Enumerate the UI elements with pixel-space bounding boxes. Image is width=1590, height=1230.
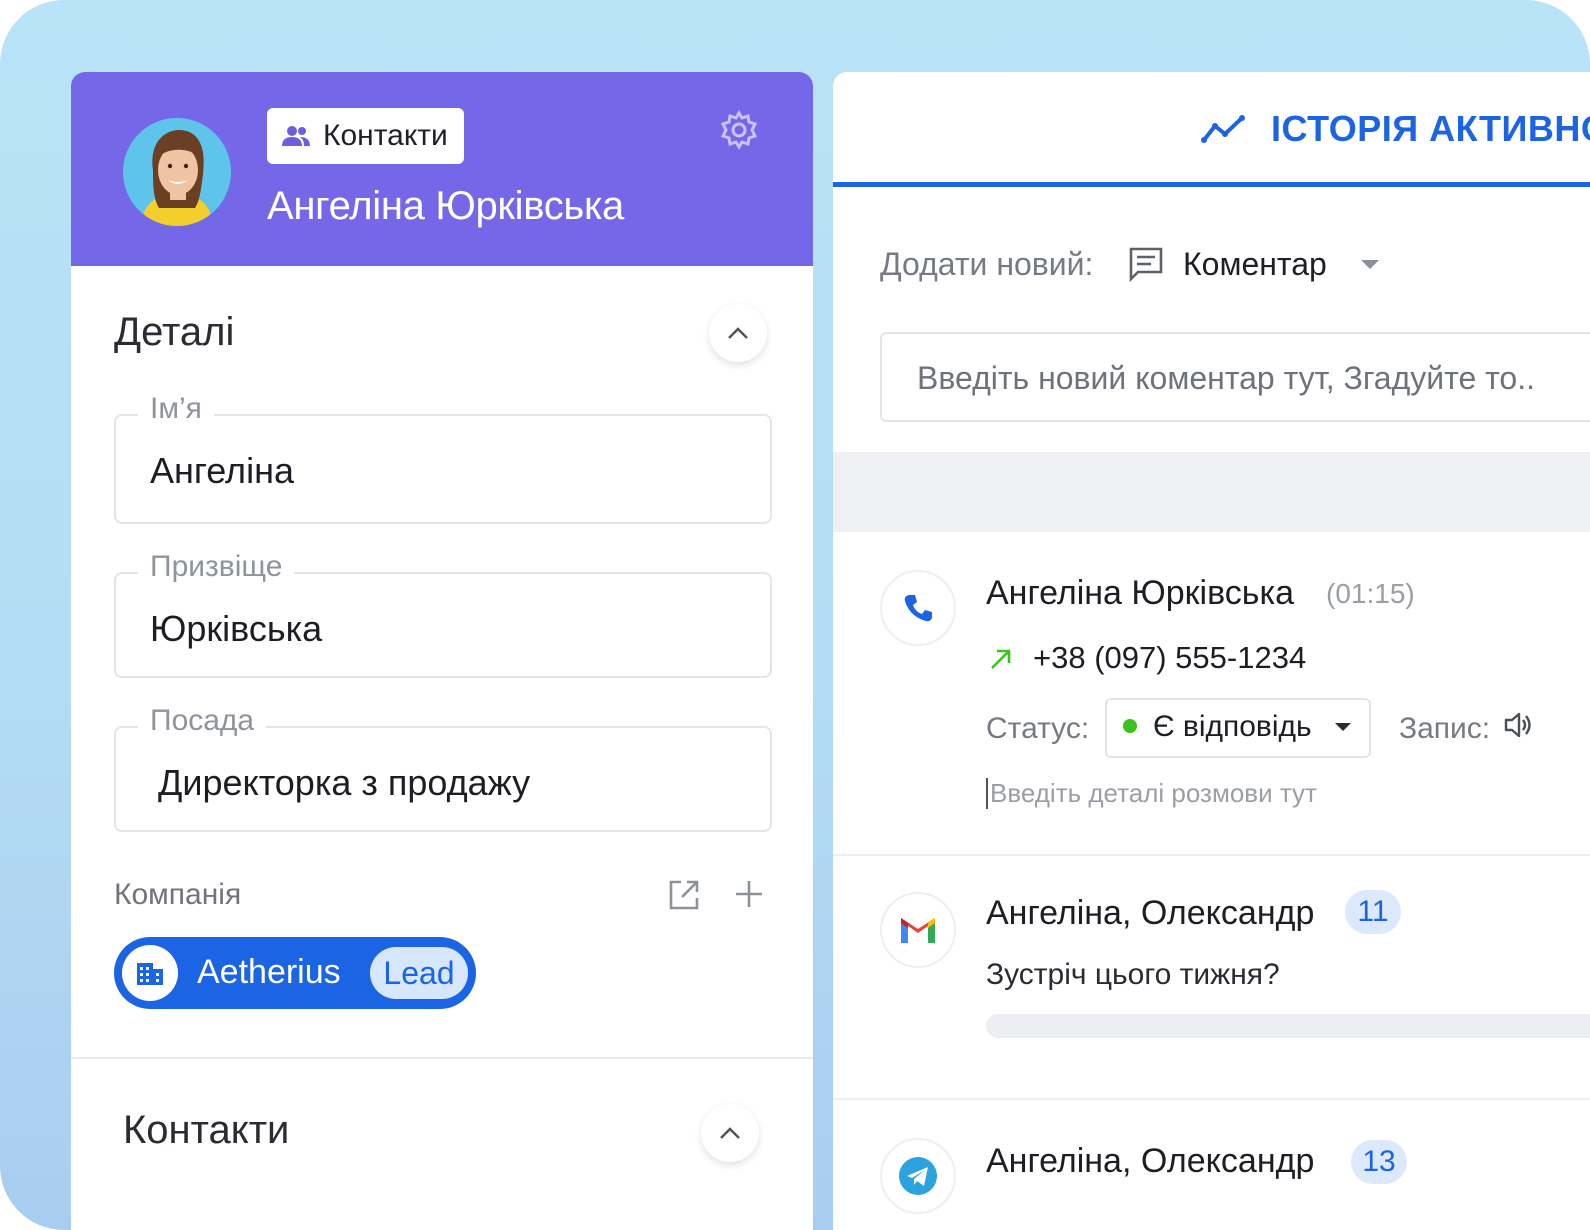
call-contact-name[interactable]: Ангеліна Юрківська [986, 574, 1294, 613]
active-tab-indicator [833, 182, 1590, 187]
status-dot [1123, 719, 1137, 733]
last-name-field[interactable]: Призвіще Юрківська [114, 550, 772, 678]
telegram-icon [899, 1157, 937, 1195]
activity-separator-band [833, 452, 1590, 532]
avatar[interactable] [123, 118, 231, 226]
call-status-select[interactable]: Є відповідь [1105, 698, 1371, 758]
email-count-badge: 11 [1345, 890, 1401, 934]
last-name-value: Юрківська [150, 608, 323, 649]
email-activity-icon [880, 892, 956, 968]
trending-icon [1201, 115, 1245, 143]
users-icon [282, 126, 310, 146]
company-chip[interactable]: Aetherius Lead [114, 937, 476, 1009]
details-collapse-button[interactable] [709, 304, 767, 362]
add-new-label: Додати новий: [880, 246, 1094, 282]
building-icon [122, 945, 178, 1001]
telegram-count-badge: 13 [1351, 1140, 1407, 1184]
call-details-input[interactable]: Введіть деталі розмови тут [986, 778, 1317, 809]
comment-input[interactable]: Введіть новий коментар тут, Згадуйте то.… [880, 332, 1590, 422]
section-divider [71, 1057, 813, 1059]
add-new-type-select[interactable]: Коментар [1183, 246, 1327, 283]
position-value: Директорка з продажу [158, 762, 531, 803]
email-thread-participants[interactable]: Ангеліна, Олександр [986, 894, 1314, 933]
call-record-label: Запис: [1399, 712, 1491, 745]
app-frame: Контакти Ангеліна Юрківська Деталі Ім’я … [0, 0, 1590, 1230]
email-preview-placeholder-bar [986, 1014, 1590, 1038]
call-duration: (01:15) [1326, 578, 1415, 609]
caret-down-icon[interactable] [1361, 260, 1379, 269]
last-name-label: Призвіще [138, 550, 295, 584]
email-subject[interactable]: Зустріч цього тижня? [986, 958, 1280, 992]
company-lead-badge: Lead [370, 947, 468, 999]
contacts-collapse-button[interactable] [701, 1104, 759, 1162]
call-phone-number[interactable]: +38 (097) 555-1234 [1033, 640, 1306, 676]
call-status-label: Статус: [986, 712, 1090, 745]
open-external-icon[interactable] [667, 878, 701, 917]
gmail-icon [901, 918, 935, 943]
phone-icon [904, 595, 932, 622]
comment-icon [1129, 247, 1163, 282]
contacts-breadcrumb-label: Контакти [323, 119, 448, 152]
contact-details-panel: Контакти Ангеліна Юрківська Деталі Ім’я … [71, 72, 813, 1230]
company-label: Компанія [114, 878, 242, 911]
tab-activity-history[interactable]: ІСТОРІЯ АКТИВНО [833, 72, 1590, 184]
outgoing-arrow-icon [991, 649, 1011, 669]
activity-divider [833, 854, 1590, 856]
position-field[interactable]: Посада Директорка з продажу [114, 704, 772, 832]
first-name-value: Ангеліна [150, 450, 294, 491]
add-company-icon[interactable] [733, 878, 765, 915]
tab-activity-history-label: ІСТОРІЯ АКТИВНО [1271, 108, 1590, 149]
company-name: Aetherius [197, 953, 341, 991]
contact-full-name: Ангеліна Юрківська [267, 184, 624, 228]
caret-down-icon [1335, 723, 1351, 731]
chevron-up-icon [720, 1127, 740, 1139]
call-activity-icon [880, 570, 956, 646]
activity-panel: ІСТОРІЯ АКТИВНО Додати новий: Коментар В… [833, 72, 1590, 1230]
call-status-value: Є відповідь [1153, 710, 1312, 743]
first-name-label: Ім’я [138, 392, 214, 426]
telegram-activity-icon [880, 1138, 956, 1214]
comment-placeholder: Введіть новий коментар тут, Згадуйте то.… [917, 360, 1535, 396]
telegram-thread-participants[interactable]: Ангеліна, Олександр [986, 1142, 1314, 1181]
details-section-title: Деталі [114, 310, 235, 354]
position-label: Посада [138, 704, 267, 738]
contacts-section-title: Контакти [123, 1108, 290, 1152]
first-name-field[interactable]: Ім’я Ангеліна [114, 392, 772, 524]
gear-icon[interactable] [719, 110, 759, 150]
contacts-breadcrumb-chip[interactable]: Контакти [267, 108, 464, 164]
chevron-up-icon [728, 327, 748, 339]
activity-divider [833, 1098, 1590, 1100]
contact-header: Контакти Ангеліна Юрківська [71, 72, 813, 266]
speaker-icon[interactable] [1503, 710, 1533, 740]
